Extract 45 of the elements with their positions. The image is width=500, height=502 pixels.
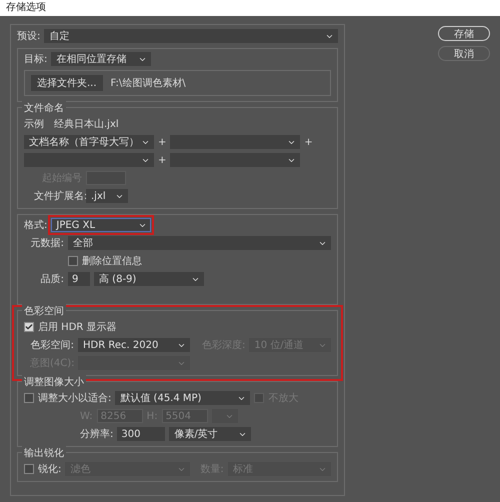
name-part-dropdown[interactable] (24, 153, 154, 167)
group-title: 输出锐化 (22, 446, 66, 460)
window-title: 存储选项 (0, 0, 500, 16)
group-title: 调整图像大小 (22, 375, 86, 389)
label: 调整大小以适合: (38, 392, 112, 405)
cancel-button[interactable]: 取消 (438, 46, 490, 61)
label: 示例 (24, 118, 44, 131)
resize-dropdown[interactable]: 默认值 (45.4 MP) (115, 391, 250, 405)
preset-dropdown[interactable]: 自定 (44, 29, 338, 43)
destination-dropdown[interactable]: 在相同位置存储 (51, 52, 152, 66)
plus-sign: + (304, 136, 313, 148)
unit-dropdown[interactable] (212, 409, 238, 423)
input-field[interactable]: 9 (68, 272, 90, 286)
metadata-dropdown[interactable]: 全部 (68, 236, 331, 250)
plus-sign: + (158, 136, 166, 148)
folder-path: F:\绘图调色素材\ (110, 76, 186, 90)
name-part-dropdown[interactable] (170, 153, 300, 167)
resolution-unit-dropdown[interactable]: 像素/英寸 (169, 427, 252, 441)
checkbox[interactable] (68, 256, 78, 266)
input-field[interactable]: 300 (117, 427, 166, 441)
extension-dropdown[interactable]: .jxl (86, 189, 128, 203)
example-filename: 经典日本山.jxl (54, 118, 119, 131)
plus-sign: + (158, 154, 166, 166)
format-dropdown[interactable]: JPEG XL (51, 218, 152, 232)
name-part-dropdown[interactable] (170, 135, 300, 149)
group-title: 文件命名 (22, 101, 66, 115)
label: 删除位置信息 (82, 254, 142, 268)
label: 色彩空间: (30, 338, 74, 352)
group-title: 色彩空间 (22, 304, 66, 318)
label: 锐化: (38, 463, 62, 476)
label: 启用 HDR 显示器 (38, 320, 117, 334)
label: 目标: (24, 52, 48, 66)
label: 格式: (24, 218, 48, 232)
quality-dropdown[interactable]: 高 (8-9) (94, 272, 204, 286)
checkbox[interactable] (24, 393, 34, 403)
checkbox[interactable] (24, 322, 34, 332)
label: 分辨率: (80, 428, 114, 441)
checkbox[interactable] (24, 464, 34, 474)
color-space-dropdown[interactable]: HDR Rec. 2020 (78, 338, 190, 352)
name-part-dropdown[interactable]: 文档名称（首字母大写） (24, 135, 154, 149)
save-button[interactable]: 存储 (438, 26, 490, 41)
label: 品质: (40, 272, 64, 286)
label: 元数据: (30, 237, 64, 250)
choose-folder-button[interactable]: 选择文件夹... (31, 75, 103, 91)
label: 预设: (17, 30, 40, 43)
